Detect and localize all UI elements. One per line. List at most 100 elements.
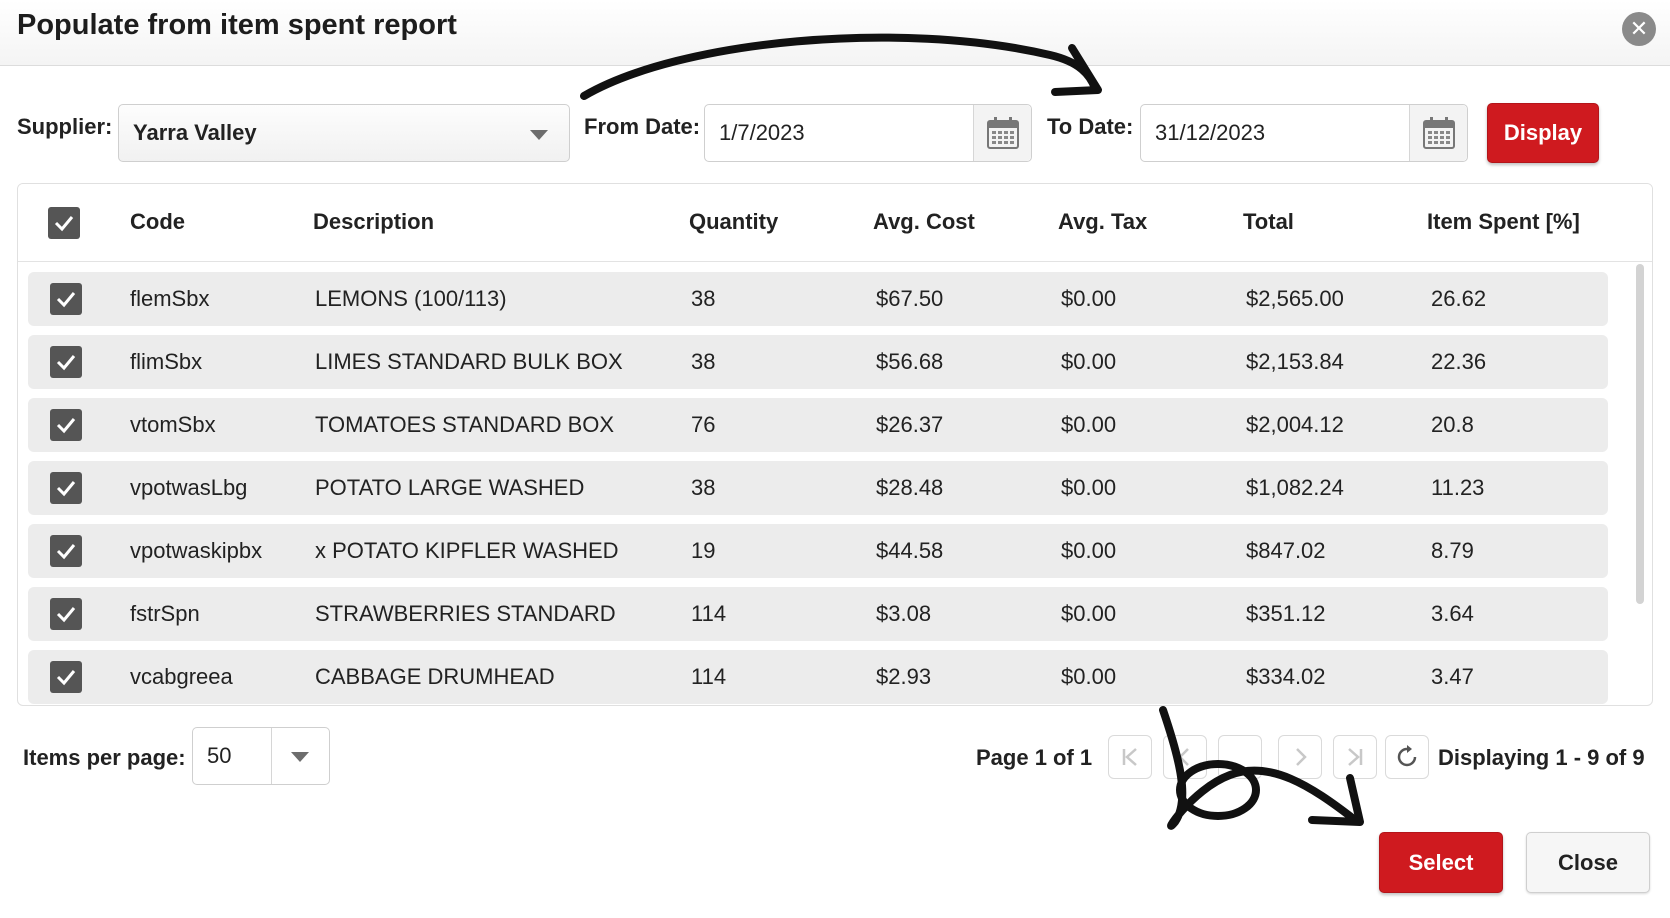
previous-page-button[interactable]: [1163, 735, 1207, 779]
items-per-page-select[interactable]: 50: [192, 727, 330, 785]
cell-quantity: 76: [691, 412, 716, 437]
cell-quantity: 114: [691, 601, 727, 626]
next-page-button[interactable]: [1278, 735, 1322, 779]
cell-description: POTATO LARGE WASHED: [315, 475, 585, 500]
column-header-quantity[interactable]: Quantity: [689, 209, 778, 235]
supplier-select[interactable]: Yarra Valley: [118, 104, 570, 162]
table-row[interactable]: vpotwasLbg POTATO LARGE WASHED 38 $28.48…: [28, 461, 1608, 515]
page-indicator: Page 1 of 1: [976, 745, 1093, 770]
item-spent-grid: Code Description Quantity Avg. Cost Avg.…: [17, 183, 1653, 706]
dialog-title: Populate from item spent report: [17, 9, 457, 41]
chevron-down-icon: [291, 752, 309, 762]
last-page-icon: [1348, 748, 1363, 766]
cell-total: $847.02: [1246, 538, 1326, 563]
column-header-item-spent[interactable]: Item Spent [%]: [1427, 209, 1580, 235]
grid-scrollbar[interactable]: [1636, 264, 1644, 604]
cell-description: LEMONS (100/113): [315, 286, 507, 311]
cell-avg-tax: $0.00: [1061, 412, 1117, 437]
cell-avg-cost: $28.48: [876, 475, 944, 500]
cell-code: vtomSbx: [130, 412, 216, 437]
cell-avg-tax: $0.00: [1061, 664, 1117, 689]
items-per-page-value: 50: [207, 743, 232, 768]
cell-code: flemSbx: [130, 286, 210, 311]
row-checkbox[interactable]: [50, 346, 82, 378]
cell-description: x POTATO KIPFLER WASHED: [315, 538, 619, 563]
display-button[interactable]: Display: [1487, 103, 1599, 163]
table-row[interactable]: flemSbx LEMONS (100/113) 38 $67.50 $0.00…: [28, 272, 1608, 326]
calendar-icon[interactable]: [973, 105, 1031, 161]
cell-total: $1,082.24: [1246, 475, 1344, 500]
cell-code: fstrSpn: [130, 601, 200, 626]
row-checkbox[interactable]: [50, 283, 82, 315]
cell-description: LIMES STANDARD BULK BOX: [315, 349, 623, 374]
cell-description: CABBAGE DRUMHEAD: [315, 664, 555, 689]
column-header-avg-cost[interactable]: Avg. Cost: [873, 209, 975, 235]
annotation-arrow-to-select-head: [1308, 774, 1364, 826]
cell-avg-cost: $3.08: [876, 601, 932, 626]
cell-avg-cost: $67.50: [876, 286, 944, 311]
column-header-total[interactable]: Total: [1243, 209, 1294, 235]
cell-total: $2,153.84: [1246, 349, 1344, 374]
cell-avg-tax: $0.00: [1061, 538, 1117, 563]
first-page-button[interactable]: [1108, 735, 1152, 779]
table-row[interactable]: vcabgreea CABBAGE DRUMHEAD 114 $2.93 $0.…: [28, 650, 1608, 704]
from-date-label: From Date:: [584, 114, 701, 139]
cell-quantity: 38: [691, 286, 716, 311]
row-checkbox[interactable]: [50, 661, 82, 693]
row-checkbox[interactable]: [50, 598, 82, 630]
cell-quantity: 19: [691, 538, 716, 563]
close-button[interactable]: Close: [1526, 832, 1650, 893]
refresh-icon: [1397, 745, 1417, 767]
items-per-page-label: Items per page:: [23, 745, 186, 770]
cell-item-spent: 22.36: [1431, 349, 1487, 374]
column-header-avg-tax[interactable]: Avg. Tax: [1058, 209, 1147, 235]
table-row[interactable]: vtomSbx TOMATOES STANDARD BOX 76 $26.37 …: [28, 398, 1608, 452]
dialog-titlebar: Populate from item spent report ✕: [0, 0, 1670, 66]
cell-code: vpotwaskipbx: [130, 538, 263, 563]
cell-item-spent: 11.23: [1431, 475, 1485, 500]
cell-item-spent: 8.79: [1431, 538, 1474, 563]
column-header-code[interactable]: Code: [130, 209, 185, 235]
cell-quantity: 38: [691, 349, 716, 374]
first-page-icon: [1122, 748, 1137, 766]
calendar-icon[interactable]: [1409, 105, 1467, 161]
cell-quantity: 38: [691, 475, 716, 500]
refresh-button[interactable]: [1385, 735, 1429, 779]
cell-item-spent: 3.64: [1431, 601, 1474, 626]
cell-code: vcabgreea: [130, 664, 233, 689]
cell-item-spent: 3.47: [1431, 664, 1474, 689]
cell-total: $334.02: [1246, 664, 1326, 689]
supplier-label: Supplier:: [17, 114, 113, 139]
grid-scrollbar-thumb[interactable]: [1636, 264, 1644, 604]
select-button[interactable]: Select: [1379, 832, 1503, 893]
supplier-value: Yarra Valley: [133, 120, 257, 145]
grid-header: Code Description Quantity Avg. Cost Avg.…: [18, 184, 1652, 262]
current-page-button[interactable]: [1218, 735, 1262, 779]
to-date-field[interactable]: 31/12/2023: [1140, 104, 1468, 162]
cell-total: $351.12: [1246, 601, 1326, 626]
next-page-icon: [1296, 748, 1307, 766]
chevron-down-icon: [530, 130, 548, 140]
column-header-description[interactable]: Description: [313, 209, 434, 235]
cell-avg-tax: $0.00: [1061, 475, 1117, 500]
row-checkbox[interactable]: [50, 535, 82, 567]
from-date-field[interactable]: 1/7/2023: [704, 104, 1032, 162]
from-date-value: 1/7/2023: [719, 120, 805, 145]
cell-avg-cost: $44.58: [876, 538, 944, 563]
cell-quantity: 114: [691, 664, 727, 689]
row-checkbox[interactable]: [50, 472, 82, 504]
select-all-checkbox[interactable]: [48, 207, 80, 239]
cell-avg-cost: $26.37: [876, 412, 944, 437]
cell-total: $2,565.00: [1246, 286, 1344, 311]
cell-item-spent: 20.8: [1431, 412, 1474, 437]
row-checkbox[interactable]: [50, 409, 82, 441]
last-page-button[interactable]: [1333, 735, 1377, 779]
to-date-label: To Date:: [1047, 114, 1134, 139]
displaying-info: Displaying 1 - 9 of 9: [1438, 745, 1645, 770]
table-row[interactable]: fstrSpn STRAWBERRIES STANDARD 114 $3.08 …: [28, 587, 1608, 641]
to-date-value: 31/12/2023: [1155, 120, 1266, 145]
table-row[interactable]: flimSbx LIMES STANDARD BULK BOX 38 $56.6…: [28, 335, 1608, 389]
cell-avg-tax: $0.00: [1061, 286, 1117, 311]
table-row[interactable]: vpotwaskipbx x POTATO KIPFLER WASHED 19 …: [28, 524, 1608, 578]
close-dialog-icon[interactable]: ✕: [1622, 12, 1656, 46]
